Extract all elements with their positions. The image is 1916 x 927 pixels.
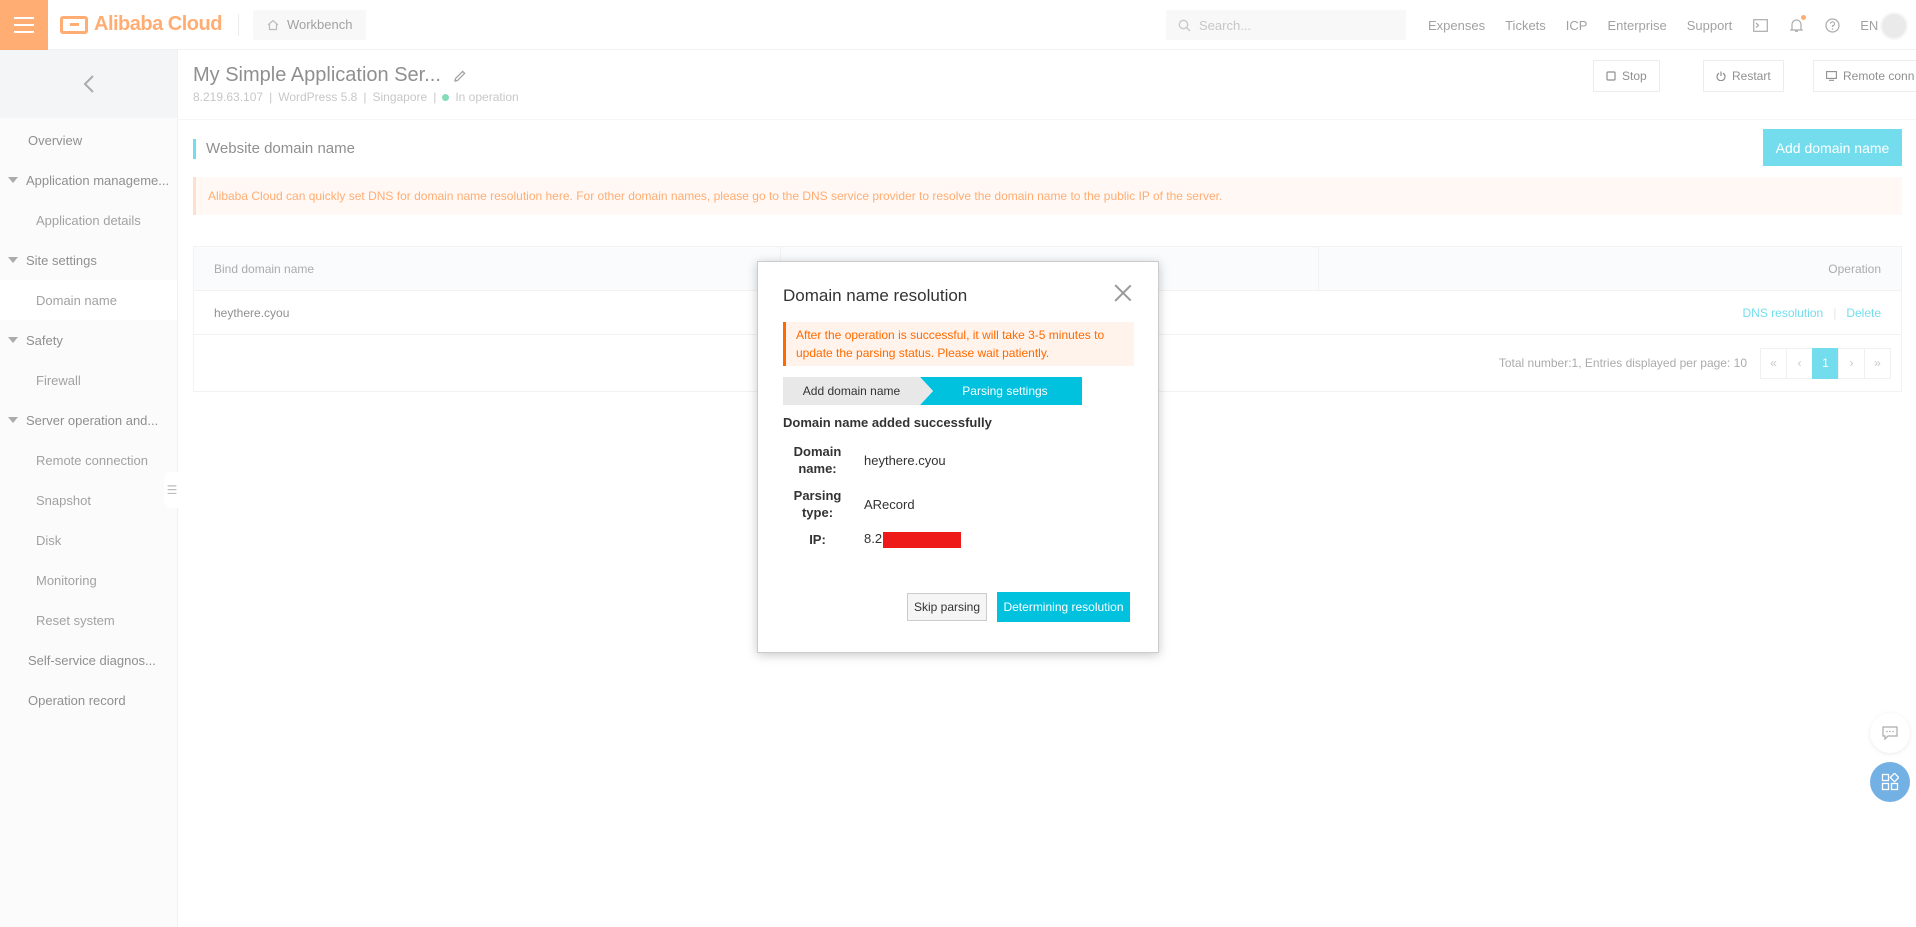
- dialog-warning: After the operation is successful, it wi…: [783, 322, 1134, 366]
- detail-domain: Domain name: heythere.cyou: [783, 443, 946, 477]
- step-indicator: Add domain name Parsing settings: [783, 377, 1082, 405]
- redaction-block: [883, 531, 962, 548]
- skip-parsing-button[interactable]: Skip parsing: [907, 593, 987, 621]
- detail-type: Parsing type: ARecord: [783, 487, 915, 521]
- close-icon[interactable]: [1112, 282, 1134, 304]
- step-parsing-label: Parsing settings: [962, 384, 1048, 398]
- domain-value: heythere.cyou: [864, 452, 946, 468]
- success-message: Domain name added successfully: [783, 415, 992, 430]
- domain-label: Domain name:: [793, 444, 842, 476]
- ip-label: IP:: [809, 532, 826, 547]
- ip-value-wrap: 8.2: [864, 531, 962, 548]
- domain-resolution-dialog: Domain name resolution After the operati…: [757, 261, 1159, 653]
- type-label: Parsing type:: [793, 488, 842, 520]
- detail-ip: IP: 8.2: [783, 531, 962, 548]
- determining-resolution-button[interactable]: Determining resolution: [997, 592, 1130, 622]
- type-value: ARecord: [864, 496, 915, 512]
- step-add-domain: Add domain name: [783, 377, 933, 405]
- dialog-title: Domain name resolution: [783, 286, 968, 305]
- ip-value: 8.2: [864, 531, 883, 547]
- step-parsing-settings: Parsing settings: [920, 377, 1082, 405]
